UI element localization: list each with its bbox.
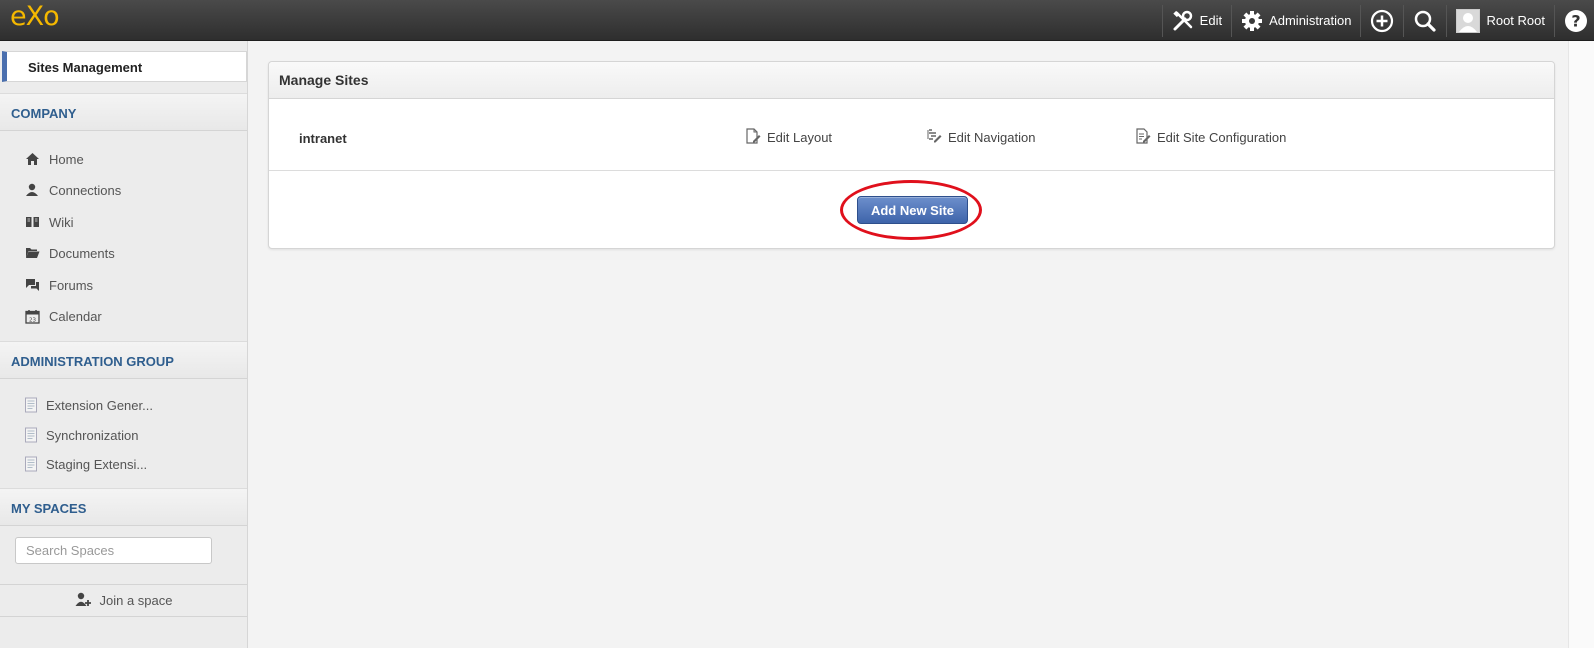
svg-text:23: 23 bbox=[29, 317, 36, 323]
join-a-space-label: Join a space bbox=[99, 593, 173, 608]
join-a-space-link[interactable]: Join a space bbox=[0, 584, 247, 617]
chat-icon bbox=[24, 277, 40, 293]
home-icon bbox=[24, 151, 40, 167]
nav-item-label: Staging Extensi... bbox=[46, 456, 148, 472]
nav-item-label: Synchronization bbox=[46, 427, 139, 443]
add-user-icon bbox=[75, 592, 91, 610]
plus-circle-icon bbox=[1370, 9, 1394, 33]
left-navigation-column: Sites Management COMPANY Home Connection… bbox=[0, 41, 248, 648]
help-button[interactable]: ? bbox=[1555, 0, 1594, 41]
nav-item-forums[interactable]: Forums bbox=[24, 274, 93, 296]
nav-item-extension-generator[interactable]: Extension Gener... bbox=[24, 394, 153, 416]
nav-item-label: Documents bbox=[49, 245, 115, 261]
gear-icon bbox=[1241, 10, 1263, 32]
folder-icon bbox=[24, 245, 40, 261]
calendar-icon: 23 bbox=[24, 308, 40, 324]
sites-management-item[interactable]: Sites Management bbox=[2, 51, 247, 82]
top-navigation-bar: eXo Edit Administration Root Root ? bbox=[0, 0, 1594, 41]
site-row: intranet Edit Layout Edit Navigation Edi… bbox=[269, 99, 1554, 171]
edit-navigation-icon bbox=[926, 128, 942, 147]
page-icon bbox=[24, 397, 38, 413]
nav-item-wiki[interactable]: Wiki bbox=[24, 211, 74, 233]
exo-logo[interactable]: eXo bbox=[10, 1, 60, 32]
add-new-site-button[interactable]: Add New Site bbox=[857, 196, 968, 224]
add-button[interactable] bbox=[1361, 0, 1403, 41]
edit-configuration-icon bbox=[1135, 128, 1151, 147]
nav-item-home[interactable]: Home bbox=[24, 148, 84, 170]
edit-site-configuration-link[interactable]: Edit Site Configuration bbox=[1135, 128, 1286, 147]
page-icon bbox=[24, 427, 38, 443]
search-icon bbox=[1413, 9, 1437, 33]
book-icon bbox=[24, 214, 40, 230]
edit-navigation-link[interactable]: Edit Navigation bbox=[926, 128, 1035, 147]
user-icon bbox=[24, 182, 40, 198]
my-spaces-heading: MY SPACES bbox=[0, 488, 247, 526]
help-icon: ? bbox=[1564, 9, 1588, 33]
edit-layout-link[interactable]: Edit Layout bbox=[745, 128, 832, 147]
administration-label: Administration bbox=[1269, 13, 1352, 28]
edit-site-configuration-label: Edit Site Configuration bbox=[1157, 130, 1287, 145]
nav-item-label: Home bbox=[49, 151, 84, 167]
tools-icon bbox=[1172, 10, 1194, 32]
user-menu-button[interactable]: Root Root bbox=[1447, 0, 1554, 41]
nav-item-label: Calendar bbox=[49, 308, 102, 324]
nav-item-documents[interactable]: Documents bbox=[24, 242, 115, 264]
nav-item-calendar[interactable]: 23 Calendar bbox=[24, 305, 102, 327]
administration-menu-button[interactable]: Administration bbox=[1232, 0, 1360, 41]
edit-menu-button[interactable]: Edit bbox=[1163, 0, 1231, 41]
edit-layout-icon bbox=[745, 128, 761, 147]
edit-layout-label: Edit Layout bbox=[767, 130, 833, 145]
nav-item-label: Connections bbox=[49, 182, 122, 198]
user-name: Root Root bbox=[1486, 13, 1545, 28]
nav-item-connections[interactable]: Connections bbox=[24, 179, 121, 201]
avatar bbox=[1456, 8, 1481, 33]
nav-item-label: Wiki bbox=[49, 214, 74, 230]
search-button[interactable] bbox=[1404, 0, 1446, 41]
manage-sites-panel: Manage Sites intranet Edit Layout Edit N… bbox=[268, 61, 1555, 249]
edit-navigation-label: Edit Navigation bbox=[948, 130, 1036, 145]
edit-label: Edit bbox=[1199, 13, 1223, 28]
panel-title: Manage Sites bbox=[269, 62, 1554, 99]
nav-item-synchronization[interactable]: Synchronization bbox=[24, 424, 139, 446]
search-spaces-input[interactable] bbox=[15, 537, 212, 564]
nav-item-staging-extension[interactable]: Staging Extensi... bbox=[24, 453, 147, 475]
nav-item-label: Forums bbox=[49, 277, 94, 293]
nav-item-label: Extension Gener... bbox=[46, 397, 153, 413]
administration-group-heading: ADMINISTRATION GROUP bbox=[0, 341, 247, 379]
scrollbar-track[interactable] bbox=[1568, 41, 1594, 648]
site-name: intranet bbox=[299, 131, 347, 146]
company-heading: COMPANY bbox=[0, 93, 247, 131]
top-toolbar: Edit Administration Root Root ? bbox=[1161, 0, 1594, 41]
add-site-area: Add New Site bbox=[269, 171, 1554, 248]
svg-text:?: ? bbox=[1571, 11, 1580, 30]
page-icon bbox=[24, 456, 38, 472]
